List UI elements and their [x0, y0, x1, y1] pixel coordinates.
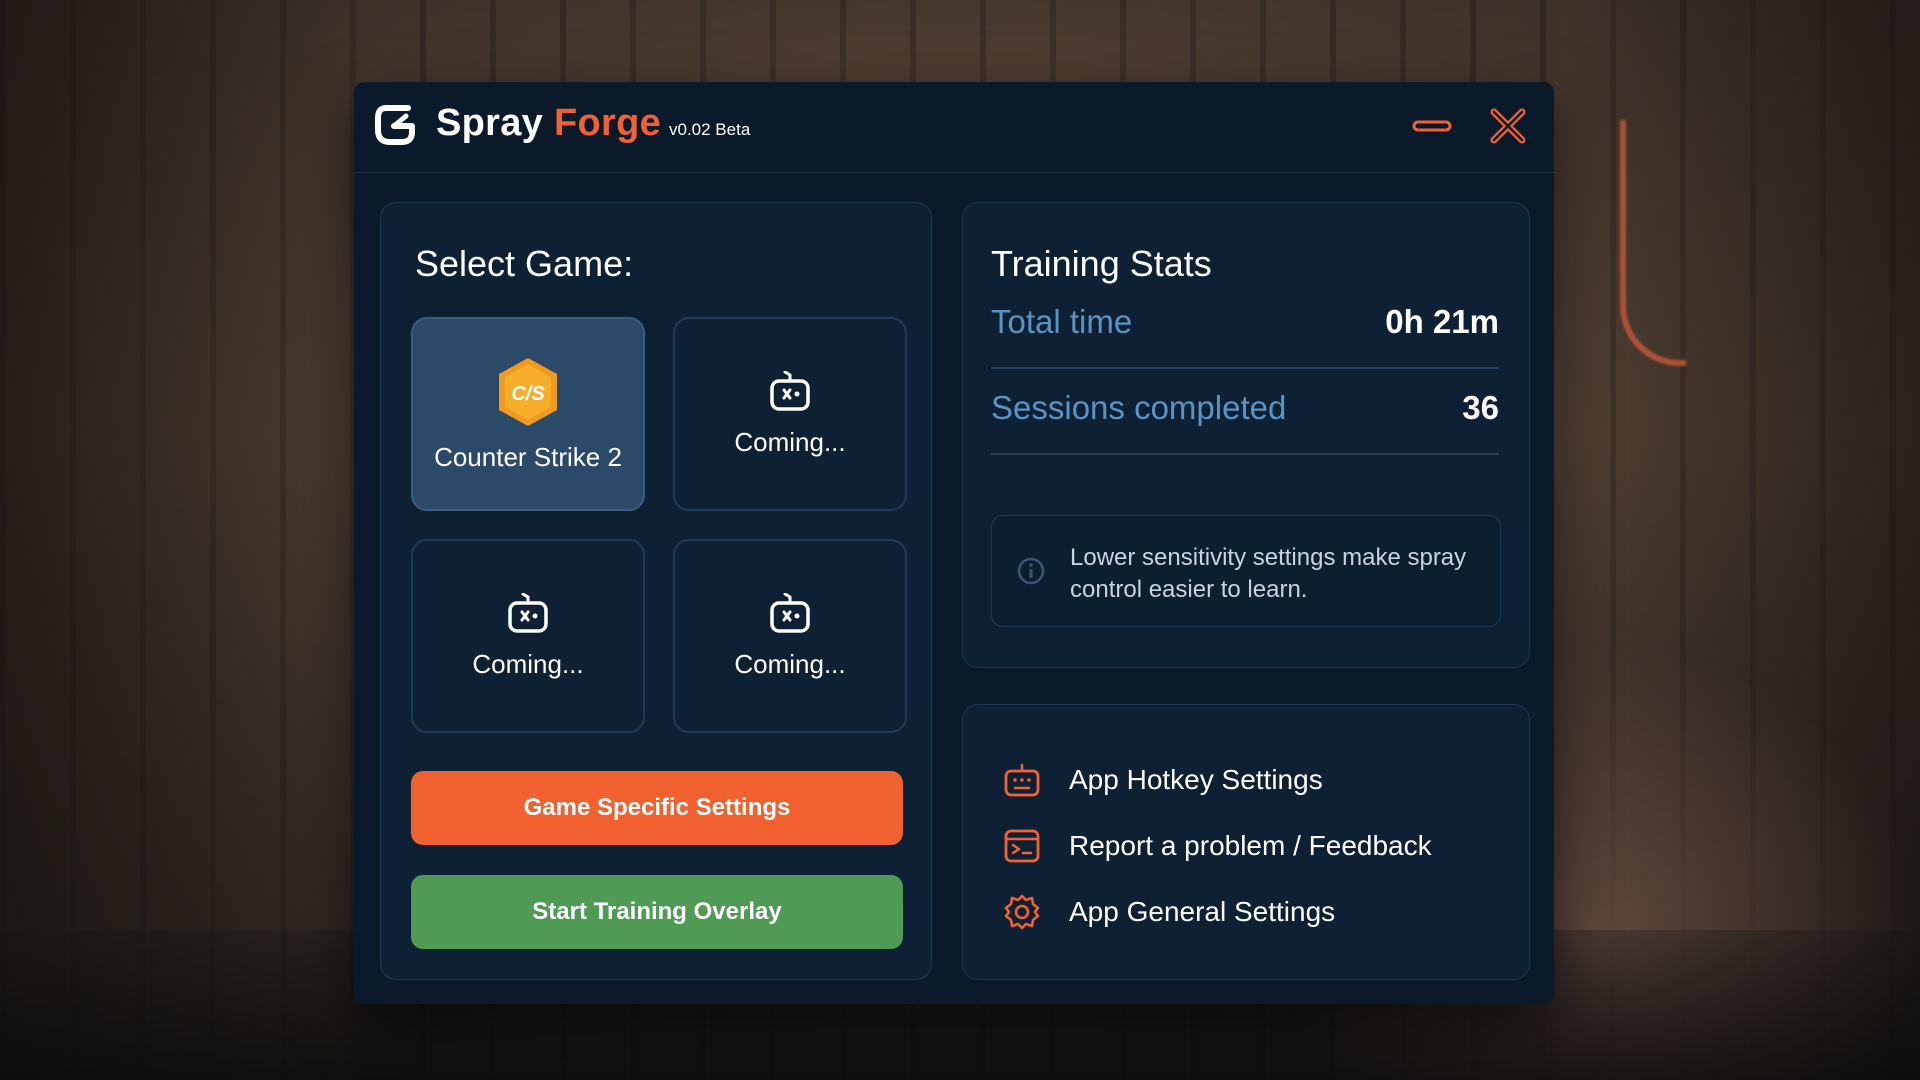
minimize-button[interactable] — [1408, 104, 1456, 148]
start-training-overlay-button[interactable]: Start Training Overlay — [411, 875, 903, 949]
spray-forge-logo-icon — [375, 105, 415, 145]
app-title: Spray Forge — [436, 102, 661, 145]
select-game-heading: Select Game: — [415, 243, 634, 284]
background-wall-left — [0, 0, 360, 1080]
app-settings-panel: App Hotkey Settings Report a problem / F… — [962, 704, 1530, 980]
stat-row-sessions: Sessions completed 36 — [991, 367, 1499, 455]
close-icon — [1490, 108, 1526, 144]
game-tile-label: Counter Strike 2 — [434, 441, 622, 472]
game-tile-label: Coming... — [734, 648, 846, 679]
keyboard-icon — [1004, 763, 1040, 797]
stat-value: 36 — [1462, 389, 1499, 426]
game-tile-cs2[interactable]: C/S Counter Strike 2 — [411, 317, 645, 511]
spray-forge-window: Spray Forge v0.02 Beta Select Game: C/S … — [354, 82, 1554, 1004]
tip-box: Lower sensitivity settings make spray co… — [991, 515, 1501, 627]
gamepad-icon — [770, 592, 810, 633]
title-bar[interactable]: Spray Forge v0.02 Beta — [354, 82, 1554, 173]
gamepad-icon — [508, 592, 548, 633]
cs2-logo-icon: C/S — [499, 357, 557, 426]
background-cable — [1620, 120, 1686, 366]
link-label: App Hotkey Settings — [1069, 764, 1323, 795]
stat-label: Total time — [991, 303, 1133, 340]
close-button[interactable] — [1484, 104, 1532, 148]
tip-text: Lower sensitivity settings make spray co… — [1070, 544, 1467, 603]
info-icon — [1017, 557, 1045, 585]
report-problem-feedback-link[interactable]: Report a problem / Feedback — [1003, 821, 1432, 871]
game-tile-label: Coming... — [734, 426, 846, 457]
game-tile-coming-3[interactable]: Coming... — [673, 539, 907, 733]
game-specific-settings-button[interactable]: Game Specific Settings — [411, 771, 903, 845]
stat-label: Sessions completed — [991, 389, 1287, 426]
minimize-icon — [1412, 120, 1452, 132]
training-stats-panel: Training Stats Total time 0h 21m Session… — [962, 202, 1530, 668]
training-stats-heading: Training Stats — [991, 243, 1212, 284]
app-general-settings-link[interactable]: App General Settings — [1003, 887, 1335, 937]
game-select-panel: Select Game: C/S Counter Strike 2 Coming… — [380, 202, 932, 980]
game-tile-label: Coming... — [472, 648, 584, 679]
link-label: Report a problem / Feedback — [1069, 830, 1432, 861]
gear-icon — [1004, 894, 1040, 930]
gamepad-icon — [770, 370, 810, 411]
stat-row-total-time: Total time 0h 21m — [991, 281, 1499, 369]
game-tile-coming-2[interactable]: Coming... — [411, 539, 645, 733]
stat-value: 0h 21m — [1385, 303, 1499, 340]
version-label: v0.02 Beta — [669, 120, 751, 139]
brand-word-spray: Spray — [436, 102, 544, 144]
brand-word-forge: Forge — [553, 102, 662, 144]
feedback-icon — [1004, 829, 1040, 863]
link-label: App General Settings — [1069, 896, 1336, 927]
cs2-logo-text: C/S — [511, 383, 545, 405]
game-tile-coming-1[interactable]: Coming... — [673, 317, 907, 511]
app-hotkey-settings-link[interactable]: App Hotkey Settings — [1003, 755, 1323, 805]
